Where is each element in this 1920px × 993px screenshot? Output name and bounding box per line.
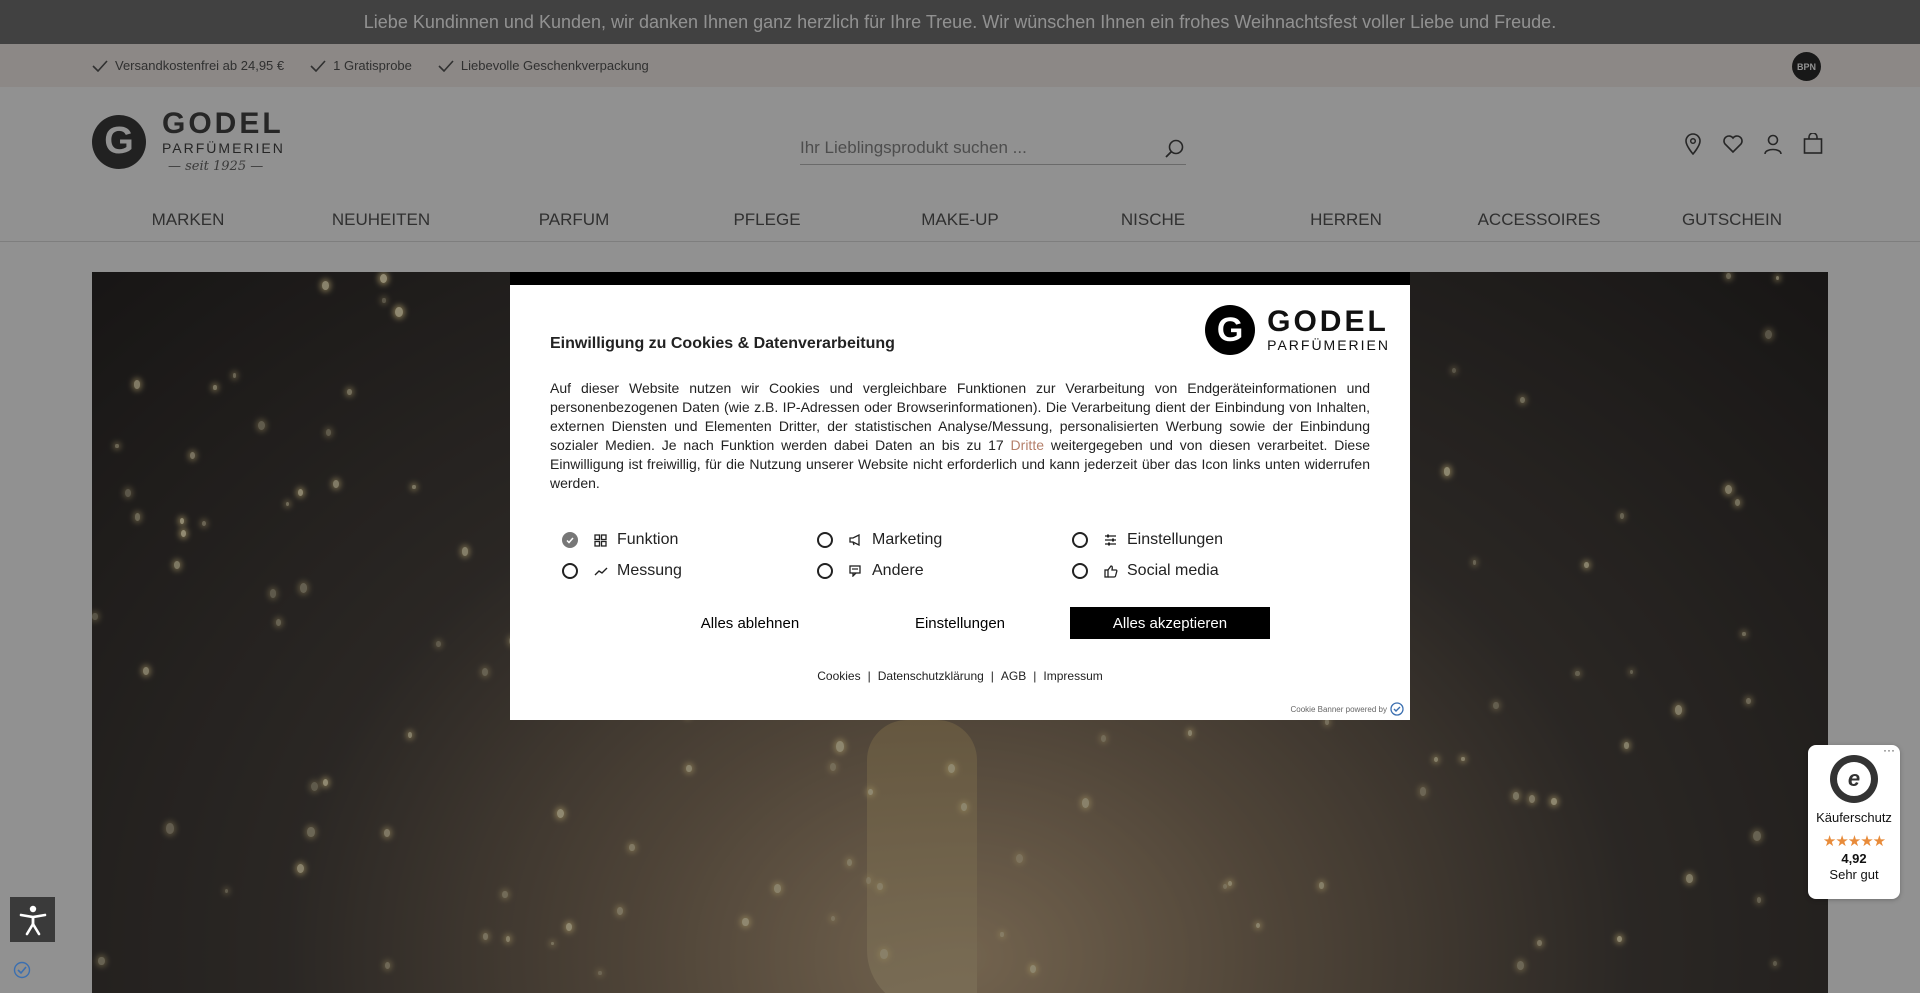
sliders-icon [1104, 533, 1118, 547]
radio-unchecked[interactable] [817, 563, 833, 579]
radio-checked[interactable] [562, 532, 578, 548]
trend-icon [594, 564, 608, 578]
cookie-settings-icon[interactable] [12, 960, 32, 980]
settings-button[interactable]: Einstellungen [860, 607, 1060, 639]
option-label: Messung [617, 562, 682, 579]
link-separator: | [1033, 669, 1037, 683]
consent-options: Funktion Marketing Einstellungen Messung [550, 530, 1330, 581]
cookie-title: Einwilligung zu Cookies & Datenverarbeit… [550, 335, 895, 352]
accessibility-icon [19, 905, 46, 935]
trusted-shops-badge[interactable]: ··· e Käuferschutz ★★★★★ 4,92 Sehr gut [1808, 743, 1900, 899]
accept-all-button[interactable]: Alles akzeptieren [1070, 607, 1270, 639]
cookie-description: Auf dieser Website nutzen wir Cookies un… [550, 379, 1370, 493]
option-label: Funktion [617, 531, 679, 548]
trusted-shops-seal-icon: e [1830, 755, 1878, 803]
radio-unchecked[interactable] [817, 532, 833, 548]
link-separator: | [990, 669, 994, 683]
buyer-protection-label: Käuferschutz [1816, 810, 1892, 825]
reject-all-button[interactable]: Alles ablehnen [650, 607, 850, 639]
radio-unchecked[interactable] [562, 563, 578, 579]
modal-logo: G GODEL PARFÜMERIEN [1205, 305, 1390, 355]
link-separator: | [867, 669, 871, 683]
rating-score: 4,92 [1841, 851, 1867, 866]
powered-by-text: Cookie Banner powered by [1290, 704, 1387, 714]
radio-unchecked[interactable] [1072, 563, 1088, 579]
link-impressum[interactable]: Impressum [1043, 669, 1102, 683]
accessibility-button[interactable] [10, 897, 55, 942]
powered-by[interactable]: Cookie Banner powered by [1290, 702, 1404, 716]
link-datenschutz[interactable]: Datenschutzklärung [878, 669, 984, 683]
option-label: Einstellungen [1127, 531, 1224, 548]
megaphone-icon [849, 533, 863, 547]
chat-icon [849, 564, 863, 578]
option-social-media[interactable]: Social media [1060, 561, 1315, 581]
option-label: Marketing [872, 531, 943, 548]
option-messung[interactable]: Messung [550, 561, 805, 581]
puzzle-icon [594, 533, 608, 547]
option-marketing[interactable]: Marketing [805, 530, 1060, 550]
modal-logo-mark: G [1205, 305, 1256, 355]
option-label: Andere [872, 562, 924, 579]
link-cookies[interactable]: Cookies [817, 669, 860, 683]
thumbs-up-icon [1104, 564, 1118, 578]
modal-logo-brand: GODEL [1267, 305, 1389, 338]
radio-unchecked[interactable] [1072, 532, 1088, 548]
option-andere[interactable]: Andere [805, 561, 1060, 581]
rating-stars: ★★★★★ [1822, 833, 1886, 850]
shield-check-icon [1390, 702, 1404, 716]
option-einstellungen[interactable]: Einstellungen [1060, 530, 1315, 550]
option-label: Social media [1127, 562, 1219, 579]
seal-letter: e [1837, 762, 1871, 796]
more-options-icon[interactable]: ··· [1883, 743, 1895, 757]
option-funktion[interactable]: Funktion [550, 530, 805, 550]
third-parties-link[interactable]: Dritte [1011, 437, 1044, 453]
cookie-consent-dialog: G GODEL PARFÜMERIEN Einwilligung zu Cook… [510, 272, 1410, 720]
modal-logo-sub: PARFÜMERIEN [1267, 337, 1390, 353]
cookie-actions: Alles ablehnen Einstellungen Alles akzep… [650, 607, 1270, 639]
rating-verdict: Sehr gut [1829, 867, 1879, 882]
link-agb[interactable]: AGB [1001, 669, 1026, 683]
cookie-footer-links: Cookies | Datenschutzklärung | AGB | Imp… [510, 669, 1410, 683]
